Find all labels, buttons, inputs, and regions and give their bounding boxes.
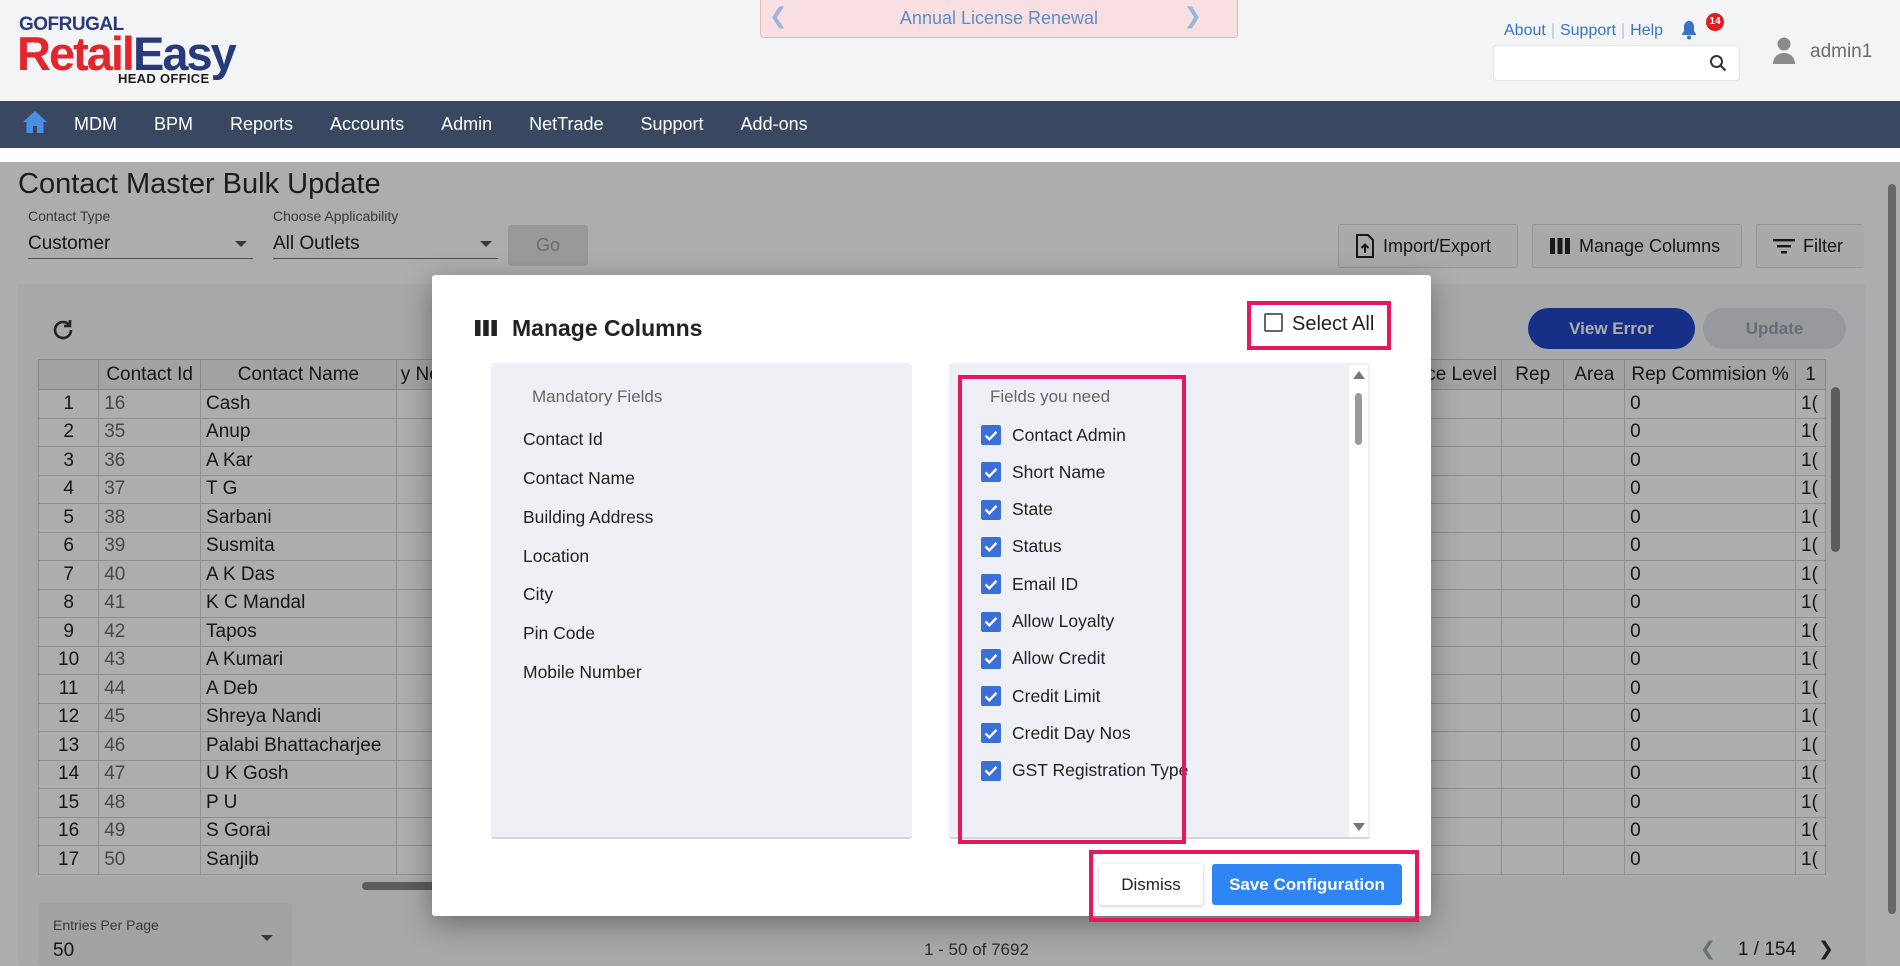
needed-fields-scrollbar[interactable] (1349, 365, 1368, 837)
needed-field-label[interactable]: Credit Day Nos (1012, 723, 1131, 744)
needed-field-row[interactable]: Allow Loyalty (981, 610, 1114, 634)
username[interactable]: admin1 (1810, 41, 1872, 63)
renewal-text[interactable]: Annual License Renewal (761, 8, 1237, 29)
needed-field-checkbox[interactable] (981, 723, 1001, 744)
needed-field-row[interactable]: GST Registration Type (981, 759, 1188, 783)
mandatory-field: Location (523, 546, 590, 566)
scroll-up-icon[interactable] (1353, 371, 1365, 379)
needed-field-checkbox[interactable] (981, 462, 1001, 483)
nav-item-admin[interactable]: Admin (441, 101, 492, 148)
mandatory-field: Pin Code (523, 623, 595, 643)
needed-field-label[interactable]: Email ID (1012, 574, 1078, 595)
columns-icon (475, 320, 497, 336)
nav-items: MDM BPM Reports Accounts Admin NetTrade … (74, 101, 845, 148)
needed-field-row[interactable]: Email ID (981, 572, 1078, 596)
dismiss-button[interactable]: Dismiss (1099, 864, 1203, 905)
mandatory-field: Contact Id (523, 429, 603, 449)
nav-item-bpm[interactable]: BPM (154, 101, 193, 148)
needed-field-checkbox[interactable] (981, 648, 1001, 669)
nav-item-reports[interactable]: Reports (230, 101, 293, 148)
bell-icon[interactable] (1680, 20, 1698, 40)
needed-field-checkbox[interactable] (981, 425, 1001, 445)
mandatory-fields-heading: Mandatory Fields (532, 387, 663, 406)
save-configuration-button[interactable]: Save Configuration (1212, 864, 1402, 905)
mandatory-field: Mobile Number (523, 662, 642, 682)
app-header: GOFRUGAL RetailEasy HEAD OFFICE ❮ Annual… (0, 0, 1900, 101)
needed-field-row[interactable]: Status (981, 535, 1062, 559)
needed-field-checkbox[interactable] (981, 686, 1001, 707)
mandatory-field: Building Address (523, 507, 654, 527)
select-all-checkbox[interactable] (1264, 313, 1283, 332)
needed-field-checkbox[interactable] (981, 536, 1001, 557)
logo-brand-sub: HEAD OFFICE (118, 71, 210, 86)
needed-field-label[interactable]: Short Name (1012, 462, 1105, 483)
mandatory-field: City (523, 584, 554, 604)
mandatory-fields-panel: Mandatory Fields Contact Id Contact Name… (491, 363, 912, 839)
needed-field-checkbox[interactable] (981, 611, 1001, 632)
checkmark-icon (984, 617, 998, 627)
logo[interactable]: GOFRUGAL RetailEasy HEAD OFFICE (17, 14, 249, 86)
chevron-right-icon[interactable]: ❯ (1184, 3, 1202, 29)
header-search (1493, 45, 1740, 81)
scrollbar-thumb[interactable] (1355, 393, 1362, 445)
checkmark-icon (984, 728, 998, 739)
nav-item-addons[interactable]: Add-ons (741, 101, 808, 148)
needed-field-checkbox[interactable] (981, 499, 1001, 520)
search-icon[interactable] (1709, 54, 1727, 72)
search-input[interactable] (1494, 46, 1694, 80)
notification-badge: 14 (1706, 13, 1724, 31)
mandatory-field: Contact Name (523, 468, 635, 488)
manage-columns-dialog: Manage Columns Select All Mandatory Fiel… (432, 275, 1431, 922)
checkmark-icon (984, 430, 998, 441)
needed-field-label[interactable]: Allow Credit (1012, 648, 1105, 669)
license-renewal-banner[interactable]: ❮ Annual License Renewal ❯ (760, 0, 1238, 38)
main-navbar: MDM BPM Reports Accounts Admin NetTrade … (0, 101, 1900, 148)
needed-fields-panel: Fields you need Contact Admin Short Name S… (949, 363, 1370, 839)
support-link[interactable]: Support (1560, 22, 1616, 39)
logo-red-part: Retail (17, 27, 135, 80)
help-link[interactable]: Help (1630, 22, 1663, 39)
needed-field-row[interactable]: State (981, 498, 1053, 522)
checkmark-icon (984, 505, 998, 516)
header-links: About | Support | Help (1504, 22, 1663, 40)
needed-field-checkbox[interactable] (981, 574, 1001, 595)
dialog-title: Manage Columns (512, 315, 703, 341)
link-separator: | (1550, 22, 1555, 39)
select-all-label[interactable]: Select All (1292, 313, 1374, 336)
needed-field-label[interactable]: Allow Loyalty (1012, 611, 1114, 632)
checkmark-icon (984, 467, 998, 478)
home-icon[interactable] (22, 110, 48, 134)
checkmark-icon (984, 542, 998, 553)
user-avatar-icon[interactable] (1773, 36, 1795, 64)
checkmark-icon (984, 654, 998, 665)
needed-field-label[interactable]: Contact Admin (1012, 425, 1126, 446)
needed-field-row[interactable]: Short Name (981, 460, 1105, 484)
needed-fields-heading: Fields you need (990, 387, 1111, 406)
needed-field-row[interactable]: Contact Admin (981, 423, 1126, 447)
link-separator: | (1621, 22, 1626, 39)
checkmark-icon (984, 691, 998, 702)
nav-item-nettrade[interactable]: NetTrade (529, 101, 603, 148)
about-link[interactable]: About (1504, 22, 1546, 39)
needed-field-row[interactable]: Credit Day Nos (981, 721, 1131, 745)
needed-field-row[interactable]: Credit Limit (981, 684, 1101, 708)
needed-field-row[interactable]: Allow Credit (981, 647, 1105, 671)
needed-field-label[interactable]: Credit Limit (1012, 686, 1101, 707)
nav-item-mdm[interactable]: MDM (74, 101, 117, 148)
nav-item-accounts[interactable]: Accounts (330, 101, 404, 148)
checkmark-icon (984, 766, 998, 777)
checkmark-icon (984, 579, 998, 590)
scroll-down-icon[interactable] (1353, 823, 1365, 831)
needed-field-label[interactable]: Status (1012, 536, 1062, 557)
needed-field-checkbox[interactable] (981, 760, 1001, 781)
nav-item-support[interactable]: Support (641, 101, 704, 148)
needed-field-label[interactable]: GST Registration Type (1012, 760, 1188, 781)
logo-brand-main: RetailEasy (17, 27, 237, 80)
needed-field-label[interactable]: State (1012, 499, 1053, 520)
